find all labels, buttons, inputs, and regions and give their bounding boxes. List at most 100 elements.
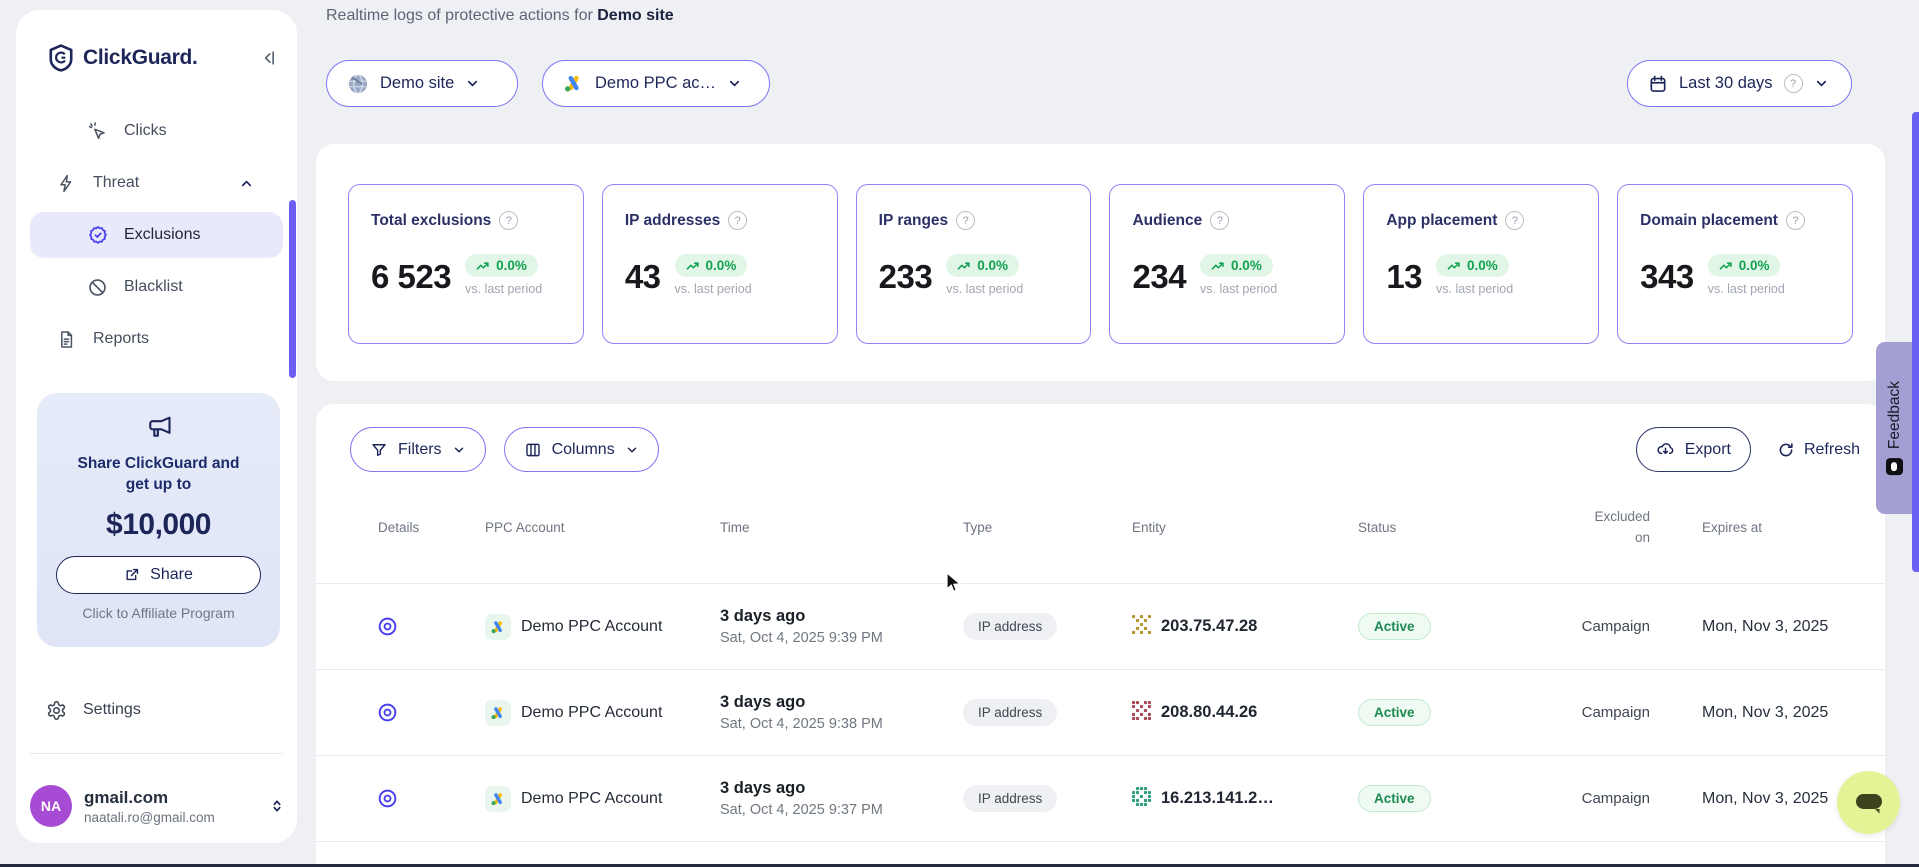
ppc-account-name: Demo PPC Account — [521, 790, 662, 808]
excluded-on-value: Campaign — [1540, 704, 1650, 721]
stat-title: Domain placement — [1640, 212, 1778, 230]
external-link-icon — [124, 566, 141, 583]
funnel-icon — [370, 441, 388, 459]
google-ads-icon — [563, 73, 584, 94]
stat-value: 343 — [1640, 260, 1694, 293]
stat-card: IP ranges ? 233 0.0% vs. last period — [856, 184, 1092, 344]
calendar-icon — [1648, 74, 1668, 94]
stat-caption: vs. last period — [1200, 282, 1277, 296]
type-badge: IP address — [963, 699, 1057, 726]
sidebar-item-blacklist[interactable]: Blacklist — [30, 264, 283, 310]
help-icon: ? — [728, 211, 747, 230]
stat-title: Total exclusions — [371, 212, 491, 230]
site-selector-value: Demo site — [380, 74, 454, 93]
chat-launcher-button[interactable] — [1837, 771, 1900, 834]
chevron-down-icon — [465, 76, 480, 91]
refresh-button[interactable]: Refresh — [1777, 441, 1860, 459]
col-header-status[interactable]: Status — [1358, 520, 1540, 535]
refresh-icon — [1777, 441, 1795, 459]
view-details-eye-icon[interactable] — [376, 700, 402, 726]
stat-card: Domain placement ? 343 0.0% vs. last per… — [1617, 184, 1853, 344]
table-body: Demo PPC Account 3 days ago Sat, Oct 4, … — [316, 584, 1885, 867]
trend-up-icon — [1447, 260, 1461, 272]
col-header-expires-at[interactable]: Expires at — [1650, 520, 1860, 535]
feedback-tab[interactable]: Feedback — [1876, 342, 1913, 514]
ppc-account-name: Demo PPC Account — [521, 704, 662, 722]
promo-amount: $10,000 — [37, 508, 280, 542]
type-badge: IP address — [963, 613, 1057, 640]
stats-panel: Total exclusions ? 6 523 0.0% vs. last p… — [316, 144, 1885, 381]
sidebar-item-exclusions[interactable]: Exclusions — [30, 212, 283, 258]
chevron-updown-icon — [269, 797, 285, 815]
time-absolute: Sat, Oct 4, 2025 9:39 PM — [720, 630, 963, 646]
promo-text: Share ClickGuard and get up to — [37, 454, 280, 496]
export-button[interactable]: Export — [1636, 427, 1751, 472]
sidebar-item-threat[interactable]: Threat — [30, 160, 283, 206]
col-header-ppc-account[interactable]: PPC Account — [485, 520, 720, 535]
stat-caption: vs. last period — [1436, 282, 1513, 296]
stat-caption: vs. last period — [465, 282, 542, 296]
stat-card: IP addresses ? 43 0.0% vs. last period — [602, 184, 838, 344]
stat-value: 234 — [1132, 260, 1186, 293]
sidebar-item-reports[interactable]: Reports — [30, 316, 283, 362]
table-row: Demo PPC Account 3 days ago Sat, Oct 4, … — [316, 756, 1885, 842]
settings-label: Settings — [83, 701, 141, 719]
sidebar-item-clicks[interactable]: Clicks — [30, 108, 283, 154]
avatar: NA — [30, 785, 72, 827]
help-icon: ? — [1784, 74, 1803, 93]
chevron-up-icon[interactable] — [239, 176, 261, 191]
date-range-selector[interactable]: Last 30 days ? — [1627, 60, 1852, 107]
time-relative: 3 days ago — [720, 607, 963, 626]
excluded-on-value: Campaign — [1540, 618, 1650, 635]
globe-icon — [347, 73, 369, 95]
table-row: Demo PPC Account 3 days ago Sat, Oct 4, … — [316, 670, 1885, 756]
page-scrollbar-thumb[interactable] — [1912, 112, 1919, 572]
stat-caption: vs. last period — [946, 282, 1023, 296]
sidebar-item-label: Reports — [93, 330, 149, 348]
col-header-time[interactable]: Time — [720, 520, 963, 535]
crisp-chat-icon — [1886, 458, 1903, 475]
expires-at-value: Mon, Nov 3, 2025 — [1650, 618, 1860, 636]
affiliate-link[interactable]: Click to Affiliate Program — [37, 605, 280, 621]
badge-check-icon — [87, 224, 109, 246]
site-selector[interactable]: Demo site — [326, 60, 518, 107]
stat-value: 13 — [1386, 260, 1422, 293]
collapse-sidebar-icon[interactable] — [259, 48, 279, 68]
sidebar-scrollbar-thumb[interactable] — [289, 200, 296, 378]
view-details-eye-icon[interactable] — [376, 786, 402, 812]
status-badge: Active — [1358, 699, 1431, 726]
col-header-type[interactable]: Type — [963, 520, 1132, 535]
col-header-details[interactable]: Details — [350, 520, 485, 535]
stat-title: IP addresses — [625, 212, 720, 230]
sidebar-item-label: Exclusions — [124, 226, 200, 244]
table-header-row: Details PPC Account Time Type Entity Sta… — [316, 472, 1885, 584]
stat-title: IP ranges — [879, 212, 949, 230]
sidebar-nav: Clicks Threat Exclusions Blacklist Repor… — [16, 108, 297, 368]
chevron-down-icon — [625, 443, 639, 457]
sidebar-item-settings[interactable]: Settings — [16, 688, 297, 732]
chevron-down-icon — [727, 76, 742, 91]
col-header-excluded-on[interactable]: Excluded on — [1540, 507, 1650, 548]
stat-value: 43 — [625, 260, 661, 293]
view-details-eye-icon[interactable] — [376, 614, 402, 640]
ban-icon — [87, 277, 109, 298]
columns-icon — [524, 441, 542, 459]
stat-value: 233 — [879, 260, 933, 293]
ppc-account-selector[interactable]: Demo PPC ac… — [542, 60, 770, 107]
document-icon — [56, 329, 78, 350]
exclusions-table-panel: Filters Columns Export — [316, 404, 1885, 867]
col-header-entity[interactable]: Entity — [1132, 520, 1358, 535]
ppc-account-name: Demo PPC Account — [521, 618, 662, 636]
google-ads-icon — [485, 786, 511, 812]
chat-bubble-icon — [1851, 787, 1887, 819]
account-switcher[interactable]: NA gmail.com naatali.ro@gmail.com — [30, 775, 285, 837]
stat-title: App placement — [1386, 212, 1497, 230]
user-email: naatali.ro@gmail.com — [84, 810, 215, 825]
sidebar: ClickGuard. Clicks Threat Exclusions Bla… — [16, 10, 297, 843]
chevron-down-icon — [452, 443, 466, 457]
share-button[interactable]: Share — [56, 556, 261, 594]
affiliate-promo-card: Share ClickGuard and get up to $10,000 S… — [37, 393, 280, 647]
columns-button[interactable]: Columns — [504, 427, 659, 472]
filters-button[interactable]: Filters — [350, 427, 486, 472]
clickguard-logo-icon — [48, 44, 74, 72]
